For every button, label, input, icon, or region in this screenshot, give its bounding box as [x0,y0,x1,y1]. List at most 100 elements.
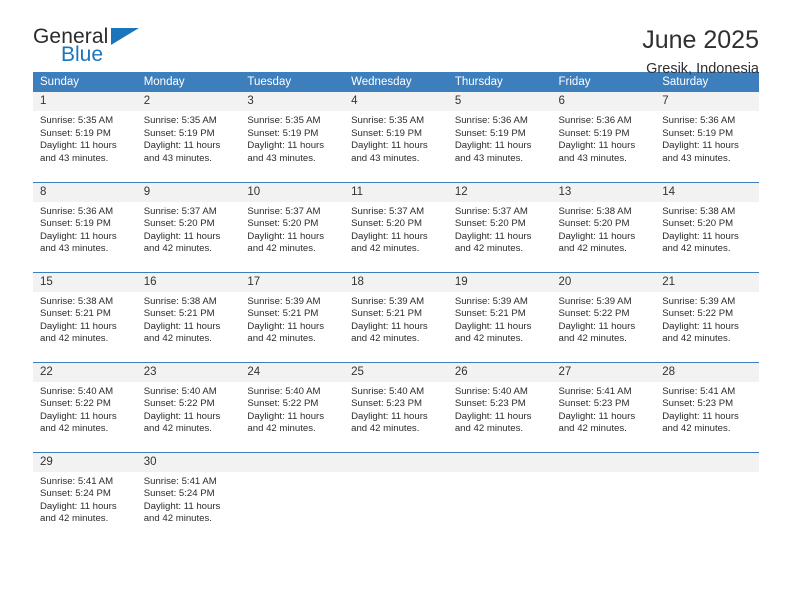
sunrise-sunset-calendar: Sunday Monday Tuesday Wednesday Thursday Frid… [33,72,759,542]
sunrise-text: Sunrise: 5:35 AM [40,115,114,126]
calendar-day-cell[interactable]: 6 Sunrise: 5:36 AM Sunset: 5:19 PM Daylight… [551,92,656,182]
sunset-text: Sunset: 5:21 PM [247,308,319,320]
calendar-cell-empty [240,451,345,542]
weekday-header-monday: Monday [136,72,241,92]
sunset-text: Sunset: 5:19 PM [143,127,215,139]
daylight-text-line1: Daylight: 11 hours [662,230,739,242]
calendar-day-cell[interactable]: 11 Sunrise: 5:37 AM Sunset: 5:20 PM Dayligh… [344,181,448,272]
day-details: Sunrise: 5:40 AM Sunset: 5:22 PM Daylight:… [240,382,344,436]
calendar-day-cell[interactable]: 26 Sunrise: 5:40 AM Sunset: 5:23 PM Dayligh… [447,361,552,452]
day-details: Sunrise: 5:36 AM Sunset: 5:19 PM Daylight:… [552,111,656,165]
general-blue-logo[interactable]: General Blue [33,26,153,72]
calendar-day-cell[interactable]: 16 Sunrise: 5:38 AM Sunset: 5:21 PM Dayligh… [136,271,241,362]
day-details: Sunrise: 5:35 AM Sunset: 5:19 PM Daylight:… [240,111,344,165]
sunset-text: Sunset: 5:20 PM [247,218,319,230]
calendar-day-cell[interactable]: 7 Sunrise: 5:36 AM Sunset: 5:19 PM Daylight… [655,92,759,182]
calendar-day-cell[interactable]: 19 Sunrise: 5:39 AM Sunset: 5:21 PM Dayligh… [447,271,552,362]
daylight-text-line2: and 42 minutes. [40,513,109,525]
day-number: 14 [655,182,759,202]
calendar-day-cell[interactable]: 28 Sunrise: 5:41 AM Sunset: 5:23 PM Dayligh… [655,361,759,452]
day-details: Sunrise: 5:37 AM Sunset: 5:20 PM Daylight:… [240,202,344,256]
calendar-day-cell[interactable]: 10 Sunrise: 5:37 AM Sunset: 5:20 PM Dayligh… [240,181,345,272]
sunrise-text: Sunrise: 5:40 AM [454,385,528,397]
daylight-text-line2: and 42 minutes. [351,333,420,345]
day-number: 30 [136,452,241,472]
daylight-text-line1: Daylight: 11 hours [143,230,221,242]
daylight-text-line1: Daylight: 11 hours [40,320,117,332]
calendar-day-cell[interactable]: 24 Sunrise: 5:40 AM Sunset: 5:22 PM Dayligh… [240,361,345,452]
daylight-text-line1: Daylight: 11 hours [558,410,636,422]
sunset-text: Sunset: 5:23 PM [351,398,423,410]
calendar-day-cell[interactable]: 15 Sunrise: 5:38 AM Sunset: 5:21 PM Dayligh… [33,271,137,362]
sunset-text: Sunset: 5:21 PM [351,308,423,320]
calendar-day-cell[interactable]: 1 Sunrise: 5:35 AM Sunset: 5:19 PM Daylight… [33,92,137,182]
calendar-day-cell[interactable]: 2 Sunrise: 5:35 AM Sunset: 5:19 PM Daylight… [136,92,241,182]
sunrise-text: Sunrise: 5:37 AM [247,205,321,217]
day-details: Sunrise: 5:37 AM Sunset: 5:20 PM Daylight:… [137,202,241,256]
sunset-text: Sunset: 5:19 PM [351,127,423,139]
calendar-day-cell[interactable]: 4 Sunrise: 5:35 AM Sunset: 5:19 PM Daylight… [344,92,448,182]
sunrise-text: Sunrise: 5:41 AM [558,385,632,397]
calendar-day-cell[interactable]: 13 Sunrise: 5:38 AM Sunset: 5:20 PM Dayligh… [551,181,656,272]
sunrise-text: Sunrise: 5:40 AM [40,385,114,397]
day-number: 25 [344,362,448,382]
daylight-text-line1: Daylight: 11 hours [143,320,221,332]
daylight-text-line2: and 42 minutes. [247,423,316,435]
sunrise-text: Sunrise: 5:41 AM [662,385,736,397]
day-details: Sunrise: 5:40 AM Sunset: 5:22 PM Daylight:… [33,382,137,436]
daylight-text-line1: Daylight: 11 hours [143,410,221,422]
calendar-day-cell[interactable]: 12 Sunrise: 5:37 AM Sunset: 5:20 PM Dayligh… [447,181,552,272]
sunrise-text: Sunrise: 5:36 AM [40,205,114,217]
calendar-week-row: 1 Sunrise: 5:35 AM Sunset: 5:19 PM Daylight… [33,92,759,182]
sunset-text: Sunset: 5:23 PM [662,398,734,410]
calendar-day-cell[interactable]: 18 Sunrise: 5:39 AM Sunset: 5:21 PM Dayligh… [344,271,448,362]
day-number: 23 [136,362,241,382]
calendar-body: 1 Sunrise: 5:35 AM Sunset: 5:19 PM Daylight… [33,92,759,542]
calendar-day-cell[interactable]: 22 Sunrise: 5:40 AM Sunset: 5:22 PM Dayligh… [33,361,137,452]
calendar-day-cell[interactable]: 27 Sunrise: 5:41 AM Sunset: 5:23 PM Dayligh… [551,361,656,452]
daylight-text-line2: and 43 minutes. [40,152,109,164]
day-number: 18 [344,272,448,292]
sunset-text: Sunset: 5:22 PM [662,308,734,320]
calendar-day-cell[interactable]: 29 Sunrise: 5:41 AM Sunset: 5:24 PM Dayligh… [33,451,137,542]
daylight-text-line1: Daylight: 11 hours [143,500,221,512]
daylight-text-line1: Daylight: 11 hours [454,230,532,242]
calendar-day-cell[interactable]: 8 Sunrise: 5:36 AM Sunset: 5:19 PM Daylight… [33,181,137,272]
calendar-day-cell[interactable]: 3 Sunrise: 5:35 AM Sunset: 5:19 PM Daylight… [240,92,345,182]
sunset-text: Sunset: 5:21 PM [454,308,526,320]
sunrise-text: Sunrise: 5:40 AM [143,385,217,397]
day-details: Sunrise: 5:38 AM Sunset: 5:20 PM Daylight:… [552,202,656,256]
sunset-text: Sunset: 5:19 PM [40,127,111,139]
page-title: June 2025 [642,26,759,54]
sunset-text: Sunset: 5:22 PM [247,398,319,410]
sunrise-text: Sunrise: 5:39 AM [558,295,632,307]
calendar-day-cell[interactable]: 14 Sunrise: 5:38 AM Sunset: 5:20 PM Dayligh… [655,181,759,272]
day-details: Sunrise: 5:41 AM Sunset: 5:23 PM Daylight:… [552,382,656,436]
calendar-day-cell[interactable]: 21 Sunrise: 5:39 AM Sunset: 5:22 PM Dayligh… [655,271,759,362]
daylight-text-line2: and 43 minutes. [662,152,731,164]
sunrise-text: Sunrise: 5:36 AM [662,115,736,126]
sunrise-text: Sunrise: 5:41 AM [40,475,114,487]
day-number: 20 [551,272,656,292]
day-details: Sunrise: 5:38 AM Sunset: 5:21 PM Daylight:… [137,292,241,346]
daylight-text-line1: Daylight: 11 hours [40,410,117,422]
sunrise-text: Sunrise: 5:37 AM [143,205,217,217]
calendar-day-cell[interactable]: 5 Sunrise: 5:36 AM Sunset: 5:19 PM Daylight… [447,92,552,182]
calendar-day-cell[interactable]: 25 Sunrise: 5:40 AM Sunset: 5:23 PM Dayligh… [344,361,448,452]
sunset-text: Sunset: 5:20 PM [558,218,630,230]
calendar-day-cell[interactable]: 30 Sunrise: 5:41 AM Sunset: 5:24 PM Dayligh… [136,451,241,542]
daylight-text-line2: and 42 minutes. [662,243,731,255]
calendar-day-cell[interactable]: 23 Sunrise: 5:40 AM Sunset: 5:22 PM Dayligh… [136,361,241,452]
calendar-day-cell[interactable]: 9 Sunrise: 5:37 AM Sunset: 5:20 PM Daylight… [136,181,241,272]
sunrise-text: Sunrise: 5:39 AM [662,295,736,307]
calendar-week-row: 29 Sunrise: 5:41 AM Sunset: 5:24 PM Dayligh… [33,451,759,542]
daylight-text-line1: Daylight: 11 hours [351,320,428,332]
sunset-text: Sunset: 5:19 PM [454,127,526,139]
daylight-text-line2: and 42 minutes. [454,243,524,255]
calendar-day-cell[interactable]: 17 Sunrise: 5:39 AM Sunset: 5:21 PM Dayligh… [240,271,345,362]
sunrise-text: Sunrise: 5:37 AM [351,205,425,217]
sunrise-text: Sunrise: 5:39 AM [247,295,321,307]
calendar-day-cell[interactable]: 20 Sunrise: 5:39 AM Sunset: 5:22 PM Dayligh… [551,271,656,362]
daylight-text-line1: Daylight: 11 hours [351,140,428,152]
day-number: 28 [655,362,759,382]
